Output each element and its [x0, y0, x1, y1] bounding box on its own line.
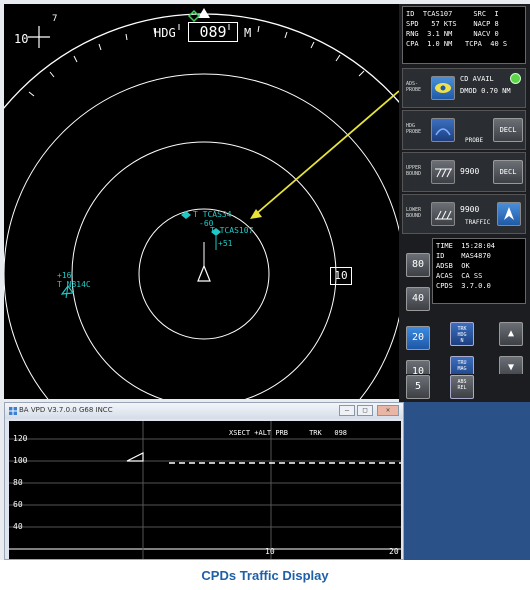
hdg-probe-row: HDG PROBE PROBE DECL — [402, 110, 526, 150]
hdg-probe-button[interactable] — [431, 118, 455, 142]
y-tick-label: 100 — [13, 456, 28, 465]
target-info-box: ID TCAS107 SRC I SPD 57 KTS NACP 8 RNG 3… — [402, 6, 526, 64]
background-panel — [404, 402, 530, 560]
scale-small-label: 7 — [52, 14, 58, 24]
dmod-value: DMOD 0.70 NM — [460, 87, 511, 95]
label-line: BOUND — [406, 171, 422, 177]
cd-avail-status: CD AVAIL — [460, 75, 494, 83]
info-line: TIME 15:28:04 — [436, 242, 496, 250]
target-n814c-label[interactable]: +16 T N814C — [57, 271, 91, 289]
info-line: ID MAS4870 — [436, 252, 491, 260]
adsb-probe-button[interactable] — [431, 76, 455, 100]
panel-bottom: 5 ABS REL — [399, 374, 530, 402]
heading-unit: M — [244, 26, 252, 40]
vpd-window[interactable]: BA VPD V3.7.0.0 G68 INCC – □ ✕ 120 100 8… — [4, 402, 404, 560]
y-tick-label: 80 — [13, 478, 23, 487]
range-ring-outer — [4, 73, 399, 399]
figure-caption: CPDs Traffic Display — [201, 568, 329, 583]
display-frame: 7 10 HDG 089 M 10 T TCAS34 -60 T TCAS107… — [0, 0, 530, 560]
compass-arc — [4, 13, 399, 110]
range-button-40[interactable]: 40 — [406, 287, 430, 311]
target-line: +16 — [57, 271, 72, 280]
y-tick-label: 120 — [13, 434, 28, 443]
range-button-5[interactable]: 5 — [406, 375, 430, 399]
altitude-band-icon — [435, 210, 452, 220]
minimize-button[interactable]: – — [339, 405, 355, 416]
close-button[interactable]: ✕ — [377, 405, 399, 416]
x-tick-label: 20 — [389, 547, 399, 556]
vertical-profile-plot[interactable]: 120 100 80 60 40 XSECT +ALT PRB TRK 098 … — [9, 421, 401, 559]
label-line: PROBE — [406, 87, 422, 93]
info-line: ACAS CA SS — [436, 272, 483, 280]
range-button-20[interactable]: 20 — [406, 326, 430, 350]
adsb-probe-label: ADS- PROBE — [406, 81, 421, 93]
range-readout: 10 — [330, 267, 352, 285]
adsb-probe-row: ADS- PROBE CD AVAIL DMOD 0.70 NM — [402, 68, 526, 108]
vpd-title: BA VPD V3.7.0.0 G68 INCC — [19, 406, 113, 414]
range-button-80[interactable]: 80 — [406, 253, 430, 277]
target-line: T N814C — [57, 280, 91, 289]
upper-bound-button[interactable] — [431, 160, 455, 184]
mode-line: N — [460, 338, 464, 344]
info-line: SPD 57 KTS NACP 8 — [406, 20, 499, 28]
target-tcas107-label[interactable]: T TCAS107 +51 — [210, 226, 253, 248]
heading-readout[interactable]: 089 — [188, 22, 238, 42]
lower-bound-label: LOWER BOUND — [406, 207, 421, 219]
label-line: BOUND — [406, 213, 422, 219]
altitude-band-icon — [435, 168, 452, 178]
upper-bound-value: 9900 — [460, 167, 480, 176]
label-line: PROBE — [406, 129, 422, 135]
heading-bug — [187, 9, 201, 23]
hdg-decl-button[interactable]: DECL — [493, 118, 523, 142]
info-line: CPDS 3.7.0.0 — [436, 282, 491, 290]
upper-bound-label: UPPER BOUND — [406, 165, 421, 177]
vpd-header: XSECT +ALT PRB TRK 098 — [229, 429, 348, 437]
trk-hdg-toggle[interactable]: TRK HDG N — [450, 322, 474, 346]
range-up-button[interactable]: ▲ — [499, 322, 523, 346]
heading-pointer — [198, 8, 210, 18]
target-line: +51 — [218, 239, 233, 248]
app-icon — [9, 407, 17, 415]
target-line: T TCAS34 — [193, 210, 232, 219]
control-panel: ID TCAS107 SRC I SPD 57 KTS NACP 8 RNG 3… — [399, 4, 530, 399]
ownship-symbol — [197, 264, 211, 282]
callout-arrow-line — [255, 90, 399, 215]
info-line: ID TCAS107 SRC I — [406, 10, 499, 18]
hdg-probe-label: HDG PROBE — [406, 123, 421, 135]
info-line: RNG 3.1 NM NACV 0 — [406, 30, 499, 38]
mode-line: MAG — [457, 366, 467, 372]
lower-bound-button[interactable] — [431, 202, 455, 226]
mode-line: REL — [457, 385, 467, 391]
upper-decl-button[interactable]: DECL — [493, 160, 523, 184]
heading-label: HDG — [154, 26, 176, 40]
y-tick-label: 60 — [13, 500, 23, 509]
y-tick-label: 40 — [13, 522, 23, 531]
traffic-arrow-icon — [504, 207, 514, 220]
radar-graphics — [4, 8, 399, 399]
info-line: ADSB OK — [436, 262, 470, 270]
abs-rel-toggle[interactable]: ABS REL — [450, 375, 474, 399]
range-ring-middle — [71, 141, 337, 399]
status-info-box: TIME 15:28:04 ID MAS4870 ADSB OK ACAS CA… — [432, 238, 526, 304]
vpd-graphics — [9, 421, 401, 559]
traffic-button[interactable] — [497, 202, 521, 226]
x-tick-label: 10 — [265, 547, 275, 556]
eye-icon — [435, 83, 451, 93]
ownship-profile-symbol — [126, 452, 144, 462]
info-line: CPA 1.0 NM TCPA 40 S — [406, 40, 508, 48]
hdg-probe-sub: PROBE — [465, 137, 484, 144]
radar-display[interactable]: 7 10 HDG 089 M 10 T TCAS34 -60 T TCAS107… — [4, 4, 399, 399]
maximize-button[interactable]: □ — [357, 405, 373, 416]
scale-range-label: 10 — [14, 32, 29, 46]
upper-bound-row: UPPER BOUND 9900 DECL — [402, 152, 526, 192]
lower-bound-value: 9900 — [460, 205, 480, 214]
status-light-icon — [510, 73, 521, 84]
target-line: T TCAS107 — [210, 226, 254, 235]
lower-bound-row: LOWER BOUND 9900 TRAFFIC — [402, 194, 526, 234]
vpd-titlebar[interactable]: BA VPD V3.7.0.0 G68 INCC – □ ✕ — [5, 403, 403, 419]
hdg-arc-icon — [435, 128, 451, 136]
traffic-label: TRAFFIC — [465, 219, 491, 226]
